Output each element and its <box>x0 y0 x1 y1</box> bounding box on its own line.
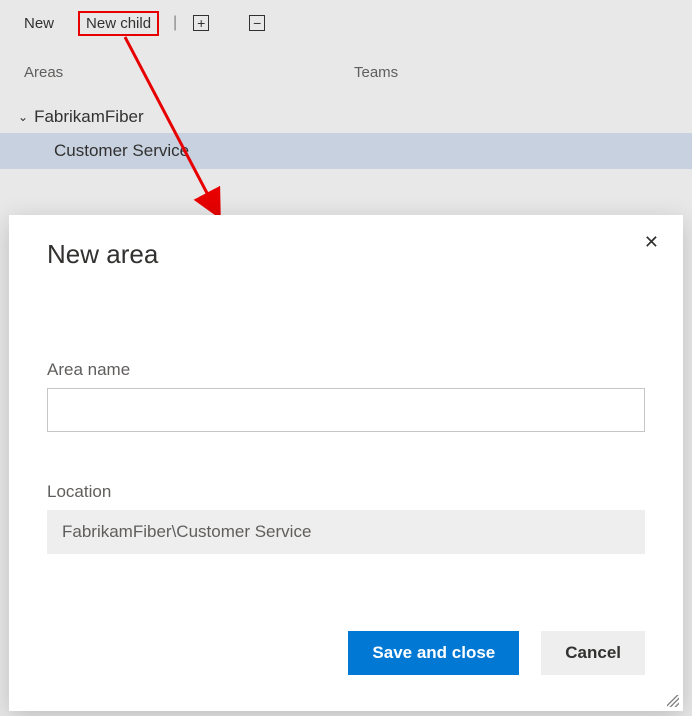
tree-item-label: Customer Service <box>54 141 189 160</box>
tab-areas[interactable]: Areas <box>24 64 354 81</box>
tab-teams[interactable]: Teams <box>354 64 684 81</box>
tree-root-fabrikamfiber[interactable]: ⌄ FabrikamFiber <box>0 101 692 133</box>
new-area-dialog: New area ✕ Area name Location Save and c… <box>9 215 683 711</box>
area-name-input[interactable] <box>47 388 645 432</box>
plus-icon: + <box>193 15 209 31</box>
new-child-button[interactable]: New child <box>78 11 159 36</box>
resize-grip-icon[interactable] <box>667 695 679 707</box>
minus-icon: − <box>249 15 265 31</box>
close-icon: ✕ <box>644 232 659 252</box>
tree-item-customer-service[interactable]: Customer Service <box>0 133 692 169</box>
cancel-button[interactable]: Cancel <box>541 631 645 675</box>
save-and-close-button[interactable]: Save and close <box>348 631 519 675</box>
tabs: Areas Teams <box>0 64 692 81</box>
dialog-actions: Save and close Cancel <box>348 631 645 675</box>
collapse-all-button[interactable]: − <box>243 9 271 37</box>
area-name-label: Area name <box>47 360 645 380</box>
separator: | <box>173 14 177 32</box>
new-button[interactable]: New <box>14 11 64 36</box>
location-label: Location <box>47 482 645 502</box>
location-group: Location <box>47 482 645 554</box>
area-tree: ⌄ FabrikamFiber Customer Service <box>0 101 692 169</box>
tree-root-label: FabrikamFiber <box>34 107 144 127</box>
area-name-group: Area name <box>47 360 645 432</box>
chevron-down-icon: ⌄ <box>18 110 28 124</box>
toolbar: New New child | + − <box>0 0 692 46</box>
location-input[interactable] <box>47 510 645 554</box>
dialog-title: New area <box>47 239 645 270</box>
expand-all-button[interactable]: + <box>187 9 215 37</box>
close-button[interactable]: ✕ <box>644 233 659 251</box>
